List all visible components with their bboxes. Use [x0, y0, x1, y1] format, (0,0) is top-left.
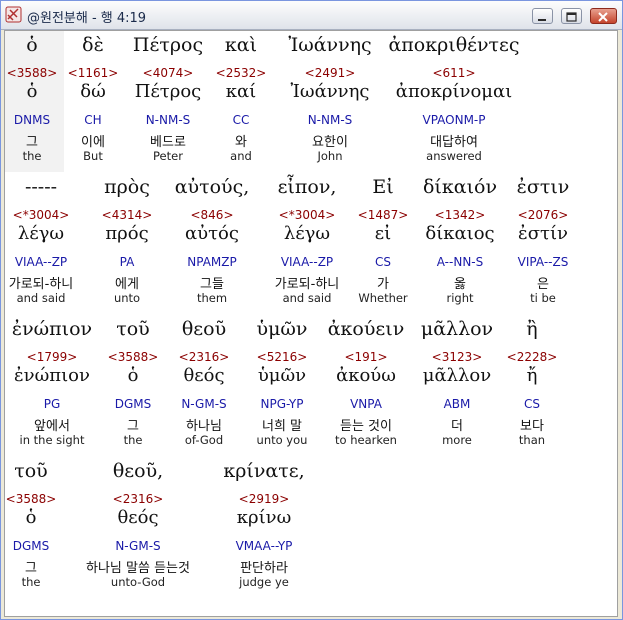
maximize-button[interactable] — [561, 8, 582, 24]
word-cell[interactable]: Ἰωάννης <2491> Ἰωάννης N-NM-S 요한이 John — [260, 31, 400, 171]
word-greek: ἢ — [526, 318, 538, 340]
word-cell[interactable]: θεοῦ, <2316> θεός N-GM-S 하나님 말씀 듣는것 unto-God — [68, 457, 208, 597]
minimize-button[interactable] — [532, 8, 553, 24]
interlinear-panel[interactable]: ὁ <3588> ὁ DNMS 그 the δὲ <1161> δώ CH 이에 But Πέτρος <… — [4, 30, 618, 617]
word-korean: 은 — [537, 277, 549, 292]
word-lemma: Ἰωάννης — [290, 81, 370, 102]
word-strong: <2316> — [112, 492, 164, 506]
word-english: unto-God — [110, 575, 166, 589]
word-korean: 하나님 말씀 듣는것 — [86, 561, 190, 576]
word-strong: <2228> — [506, 350, 558, 364]
word-parse: VMAA--YP — [235, 539, 293, 553]
window-title: @원전분해 - 행 4:19 — [27, 11, 147, 26]
word-cell[interactable]: ἐστιν <2076> ἐστίν VIPA--ZS 은 ti be — [473, 173, 613, 313]
word-parse: N-GM-S — [115, 539, 161, 553]
word-strong: <2076> — [517, 208, 569, 222]
maximize-icon — [562, 9, 581, 23]
word-english: judge ye — [239, 575, 289, 589]
word-parse: N-NM-S — [307, 113, 353, 127]
word-lemma: ἀποκρίνομαι — [395, 81, 513, 102]
title-bar[interactable]: @원전분해 - 행 4:19 — [1, 1, 622, 30]
close-button[interactable] — [590, 8, 617, 24]
word-lemma: κρίνω — [236, 507, 292, 528]
minimize-icon — [533, 9, 552, 23]
word-english: than — [518, 433, 546, 447]
word-cell[interactable]: κρίνατε, <2919> κρίνω VMAA--YP 판단하라 judge ye — [194, 457, 334, 597]
word-parse: CS — [524, 397, 540, 411]
word-greek: θεοῦ, — [112, 460, 164, 482]
word-greek: ἐστιν — [516, 176, 570, 198]
word-strong: <2491> — [304, 66, 356, 80]
word-english: ti be — [530, 291, 556, 305]
word-greek: κρίνατε, — [223, 460, 305, 482]
word-cell[interactable]: ἢ <2228> ἤ CS 보다 than — [462, 315, 602, 455]
app-window: @원전분해 - 행 4:19 ὁ <3588> ὁ DNMS 그 the δὲ <1161> δ… — [0, 0, 623, 620]
word-lemma: θεός — [117, 507, 159, 528]
close-icon — [591, 9, 616, 23]
word-lemma: ἐστίν — [518, 223, 568, 244]
word-strong: <611> — [432, 66, 476, 80]
word-korean: 판단하라 — [240, 561, 288, 576]
word-english: John — [317, 149, 343, 163]
word-greek: ἀποκριθέντες — [388, 34, 520, 56]
word-english: answered — [426, 149, 482, 163]
word-lemma: ἤ — [526, 365, 538, 386]
app-logo-icon — [5, 6, 22, 23]
word-parse: VPAONM-P — [422, 113, 486, 127]
word-strong: <2919> — [238, 492, 290, 506]
word-greek: Ἰωάννης — [288, 34, 372, 56]
word-parse: VIPA--ZS — [517, 255, 569, 269]
word-korean: 대답하여 — [430, 135, 478, 150]
word-korean: 요한이 — [312, 135, 348, 150]
word-korean: 보다 — [520, 419, 544, 434]
word-cell[interactable]: ἀποκριθέντες <611> ἀποκρίνομαι VPAONM-P 대답하여… — [384, 31, 524, 171]
